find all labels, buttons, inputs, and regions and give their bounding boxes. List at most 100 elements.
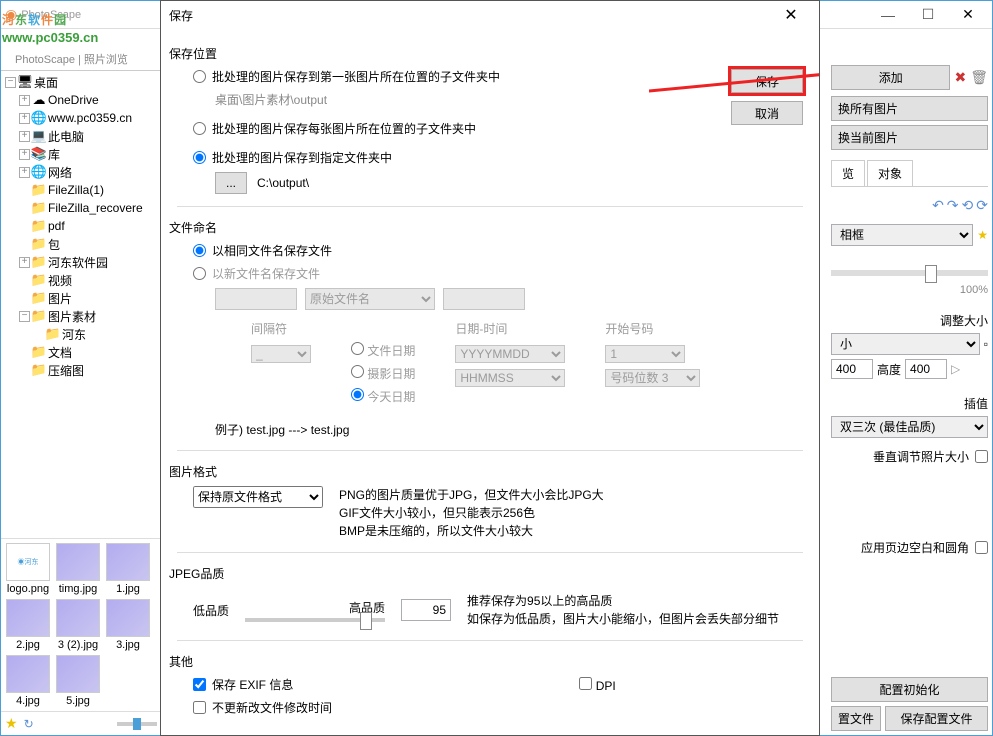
delete-icon[interactable]: ✖ xyxy=(954,69,966,86)
tree-item[interactable]: +💻此电脑 xyxy=(1,127,161,145)
sep-select[interactable]: _ xyxy=(251,345,311,363)
thumbnail[interactable]: 4.jpg xyxy=(5,655,51,707)
cancel-button[interactable]: 取消 xyxy=(731,101,803,125)
tree-item[interactable]: 📁FileZilla_recovere xyxy=(1,199,161,217)
tree-item[interactable]: 📁视频 xyxy=(1,271,161,289)
tab-photoscape[interactable]: PhotoScape | 照片浏览 xyxy=(7,47,136,70)
thumbnail[interactable]: 2.jpg xyxy=(5,599,51,651)
tree-item[interactable]: 📁文档 xyxy=(1,343,161,361)
tree-item[interactable]: 📁pdf xyxy=(1,217,161,235)
app-icon: ◉ xyxy=(5,6,17,23)
rotate-right-icon[interactable]: ⟳ xyxy=(976,197,988,214)
sep-label: 间隔符 xyxy=(251,320,311,337)
dialog-titlebar: 保存 ✕ xyxy=(161,1,819,29)
margin-round-label: 应用页边空白和圆角 xyxy=(861,539,969,556)
loc-radio-3[interactable] xyxy=(193,151,206,164)
quality-input[interactable] xyxy=(401,599,451,621)
frame-select[interactable]: 相框 xyxy=(831,224,973,246)
quality-slider[interactable] xyxy=(245,618,385,622)
refresh-icon[interactable]: ↻ xyxy=(24,717,34,731)
no-update-time-checkbox[interactable] xyxy=(193,701,206,714)
maximize-button[interactable]: ☐ xyxy=(908,1,948,29)
date-fmt-select[interactable]: YYYYMMDD xyxy=(455,345,565,363)
add-button[interactable]: 添加 xyxy=(831,65,950,90)
naming-radio-1[interactable] xyxy=(193,244,206,257)
trash-icon[interactable]: 🗑 xyxy=(970,69,988,86)
thumbnail[interactable]: timg.jpg xyxy=(55,543,101,595)
play-icon[interactable]: ▷ xyxy=(951,362,960,376)
app-title: PhotoScape xyxy=(21,9,81,21)
thumb-size-slider[interactable] xyxy=(117,722,157,726)
thumbnail-grid: ◉河东logo.pngtimg.jpg1.jpg 2.jpg3 (2).jpg3.… xyxy=(1,538,161,711)
location-section-title: 保存位置 xyxy=(169,45,803,62)
minimize-button[interactable]: — xyxy=(868,1,908,29)
naming-section-title: 文件命名 xyxy=(169,219,803,236)
tree-item[interactable]: +🌐www.pc0359.cn xyxy=(1,109,161,127)
opacity-slider[interactable] xyxy=(831,270,988,276)
vert-adjust-checkbox[interactable] xyxy=(975,450,988,463)
close-button[interactable]: ✕ xyxy=(948,1,988,29)
tree-item[interactable]: 📁包 xyxy=(1,235,161,253)
date-file-radio[interactable] xyxy=(351,342,364,355)
thumbnail[interactable]: ◉河东logo.png xyxy=(5,543,51,595)
tab-preview[interactable]: 览 xyxy=(831,160,865,186)
time-fmt-select[interactable]: HHMMSS xyxy=(455,369,565,387)
browse-button[interactable]: ... xyxy=(215,172,247,194)
config-init-button[interactable]: 配置初始化 xyxy=(831,677,988,702)
output-path: C:\output\ xyxy=(257,176,309,190)
tree-item[interactable]: +🌐网络 xyxy=(1,163,161,181)
tree-item[interactable]: −📁图片素材 xyxy=(1,307,161,325)
example-label: 例子) xyxy=(215,423,243,437)
redo-icon[interactable]: ↷ xyxy=(947,197,959,214)
undo-icon[interactable]: ↶ xyxy=(932,197,944,214)
thumbnail[interactable]: 1.jpg xyxy=(105,543,151,595)
tree-item[interactable]: 📁FileZilla(1) xyxy=(1,181,161,199)
naming-radio-2[interactable] xyxy=(193,267,206,280)
origname-select[interactable]: 原始文件名 xyxy=(305,288,435,310)
folder-tree[interactable]: −🖥桌面 +☁OneDrive+🌐www.pc0359.cn+💻此电脑+📚库+🌐… xyxy=(1,71,161,538)
height-input[interactable] xyxy=(905,359,947,379)
replace-all-button[interactable]: 换所有图片 xyxy=(831,96,988,121)
save-dialog: 保存 ✕ 保存 取消 保存位置 批处理的图片保存到第一张图片所在位置的子文件夹中… xyxy=(160,0,820,736)
tree-item[interactable]: +☁OneDrive xyxy=(1,91,161,109)
thumbnail[interactable]: 3.jpg xyxy=(105,599,151,651)
digits-select[interactable]: 号码位数 3 xyxy=(605,369,700,387)
size-preset-select[interactable]: 小 xyxy=(831,333,980,355)
star-icon[interactable]: ★ xyxy=(977,228,988,242)
dpi-label: DPI xyxy=(596,679,616,693)
margin-round-checkbox[interactable] xyxy=(975,541,988,554)
tree-item[interactable]: +📁河东软件园 xyxy=(1,253,161,271)
dialog-close-button[interactable]: ✕ xyxy=(771,5,811,25)
date-shot-radio[interactable] xyxy=(351,365,364,378)
suffix-input[interactable] xyxy=(443,288,525,310)
rotate-left-icon[interactable]: ⟲ xyxy=(962,197,974,214)
interp-label: 插值 xyxy=(831,395,988,412)
thumbnail[interactable]: 3 (2).jpg xyxy=(55,599,101,651)
exif-checkbox[interactable] xyxy=(193,678,206,691)
width-input[interactable] xyxy=(831,359,873,379)
config-file-button[interactable]: 置文件 xyxy=(831,706,881,731)
date-today-radio[interactable] xyxy=(351,388,364,401)
tree-item[interactable]: 📁图片 xyxy=(1,289,161,307)
tree-item[interactable]: +📚库 xyxy=(1,145,161,163)
startno-select[interactable]: 1 xyxy=(605,345,685,363)
star-icon[interactable]: ★ xyxy=(5,715,18,732)
example-text: test.jpg ---> test.jpg xyxy=(246,423,349,437)
exif-label: 保存 EXIF 信息 xyxy=(212,676,293,693)
save-config-button[interactable]: 保存配置文件 xyxy=(885,706,988,731)
link-icon[interactable]: ▫ xyxy=(984,337,988,351)
loc-radio-2[interactable] xyxy=(193,122,206,135)
tab-object[interactable]: 对象 xyxy=(867,160,913,186)
interp-select[interactable]: 双三次 (最佳品质) xyxy=(831,416,988,438)
replace-current-button[interactable]: 换当前图片 xyxy=(831,125,988,150)
thumbnail[interactable]: 5.jpg xyxy=(55,655,101,707)
height-label: 高度 xyxy=(877,361,901,378)
tree-root[interactable]: 桌面 xyxy=(34,74,58,91)
save-button[interactable]: 保存 xyxy=(731,69,803,93)
prefix-input[interactable] xyxy=(215,288,297,310)
dpi-checkbox[interactable] xyxy=(579,677,592,690)
tree-item[interactable]: 📁压缩图 xyxy=(1,361,161,379)
loc-radio-1[interactable] xyxy=(193,70,206,83)
format-select[interactable]: 保持原文件格式 xyxy=(193,486,323,508)
tree-item[interactable]: 📁河东 xyxy=(1,325,161,343)
